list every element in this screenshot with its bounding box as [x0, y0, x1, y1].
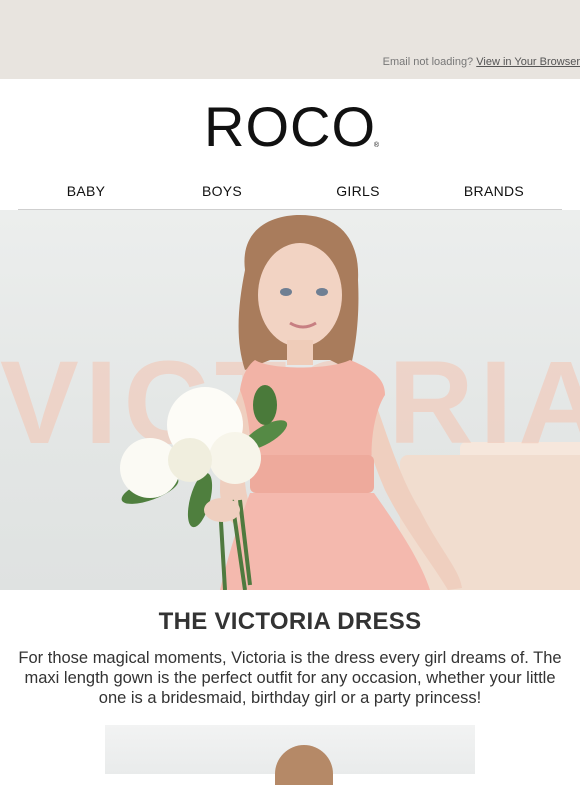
nav-item-brands[interactable]: BRANDS: [426, 183, 562, 199]
nav-item-boys[interactable]: BOYS: [154, 183, 290, 199]
nav-item-baby[interactable]: BABY: [18, 183, 154, 199]
roco-logo[interactable]: ROCO ®: [204, 94, 379, 159]
preheader-text: Email not loading? View in Your Browser: [383, 56, 580, 68]
hero-image[interactable]: VICTORIA: [0, 210, 580, 590]
view-in-browser-link[interactable]: View in Your Browser: [476, 56, 580, 68]
nav-item-girls[interactable]: GIRLS: [290, 183, 426, 199]
logo-registered-mark: ®: [373, 141, 380, 149]
logo-area: ROCO ®: [0, 79, 580, 173]
next-image-hair: [275, 745, 333, 785]
next-product-image[interactable]: [105, 725, 475, 785]
feature-description: For those magical moments, Victoria is t…: [18, 649, 562, 707]
main-nav: BABY BOYS GIRLS BRANDS: [18, 173, 562, 210]
preheader-bar: Email not loading? View in Your Browser: [0, 0, 580, 79]
preheader-message: Email not loading?: [382, 56, 474, 68]
girl-in-dress-illustration: [120, 215, 462, 590]
feature-title: THE VICTORIA DRESS: [158, 608, 422, 635]
logo-text: ROCO: [204, 94, 376, 158]
